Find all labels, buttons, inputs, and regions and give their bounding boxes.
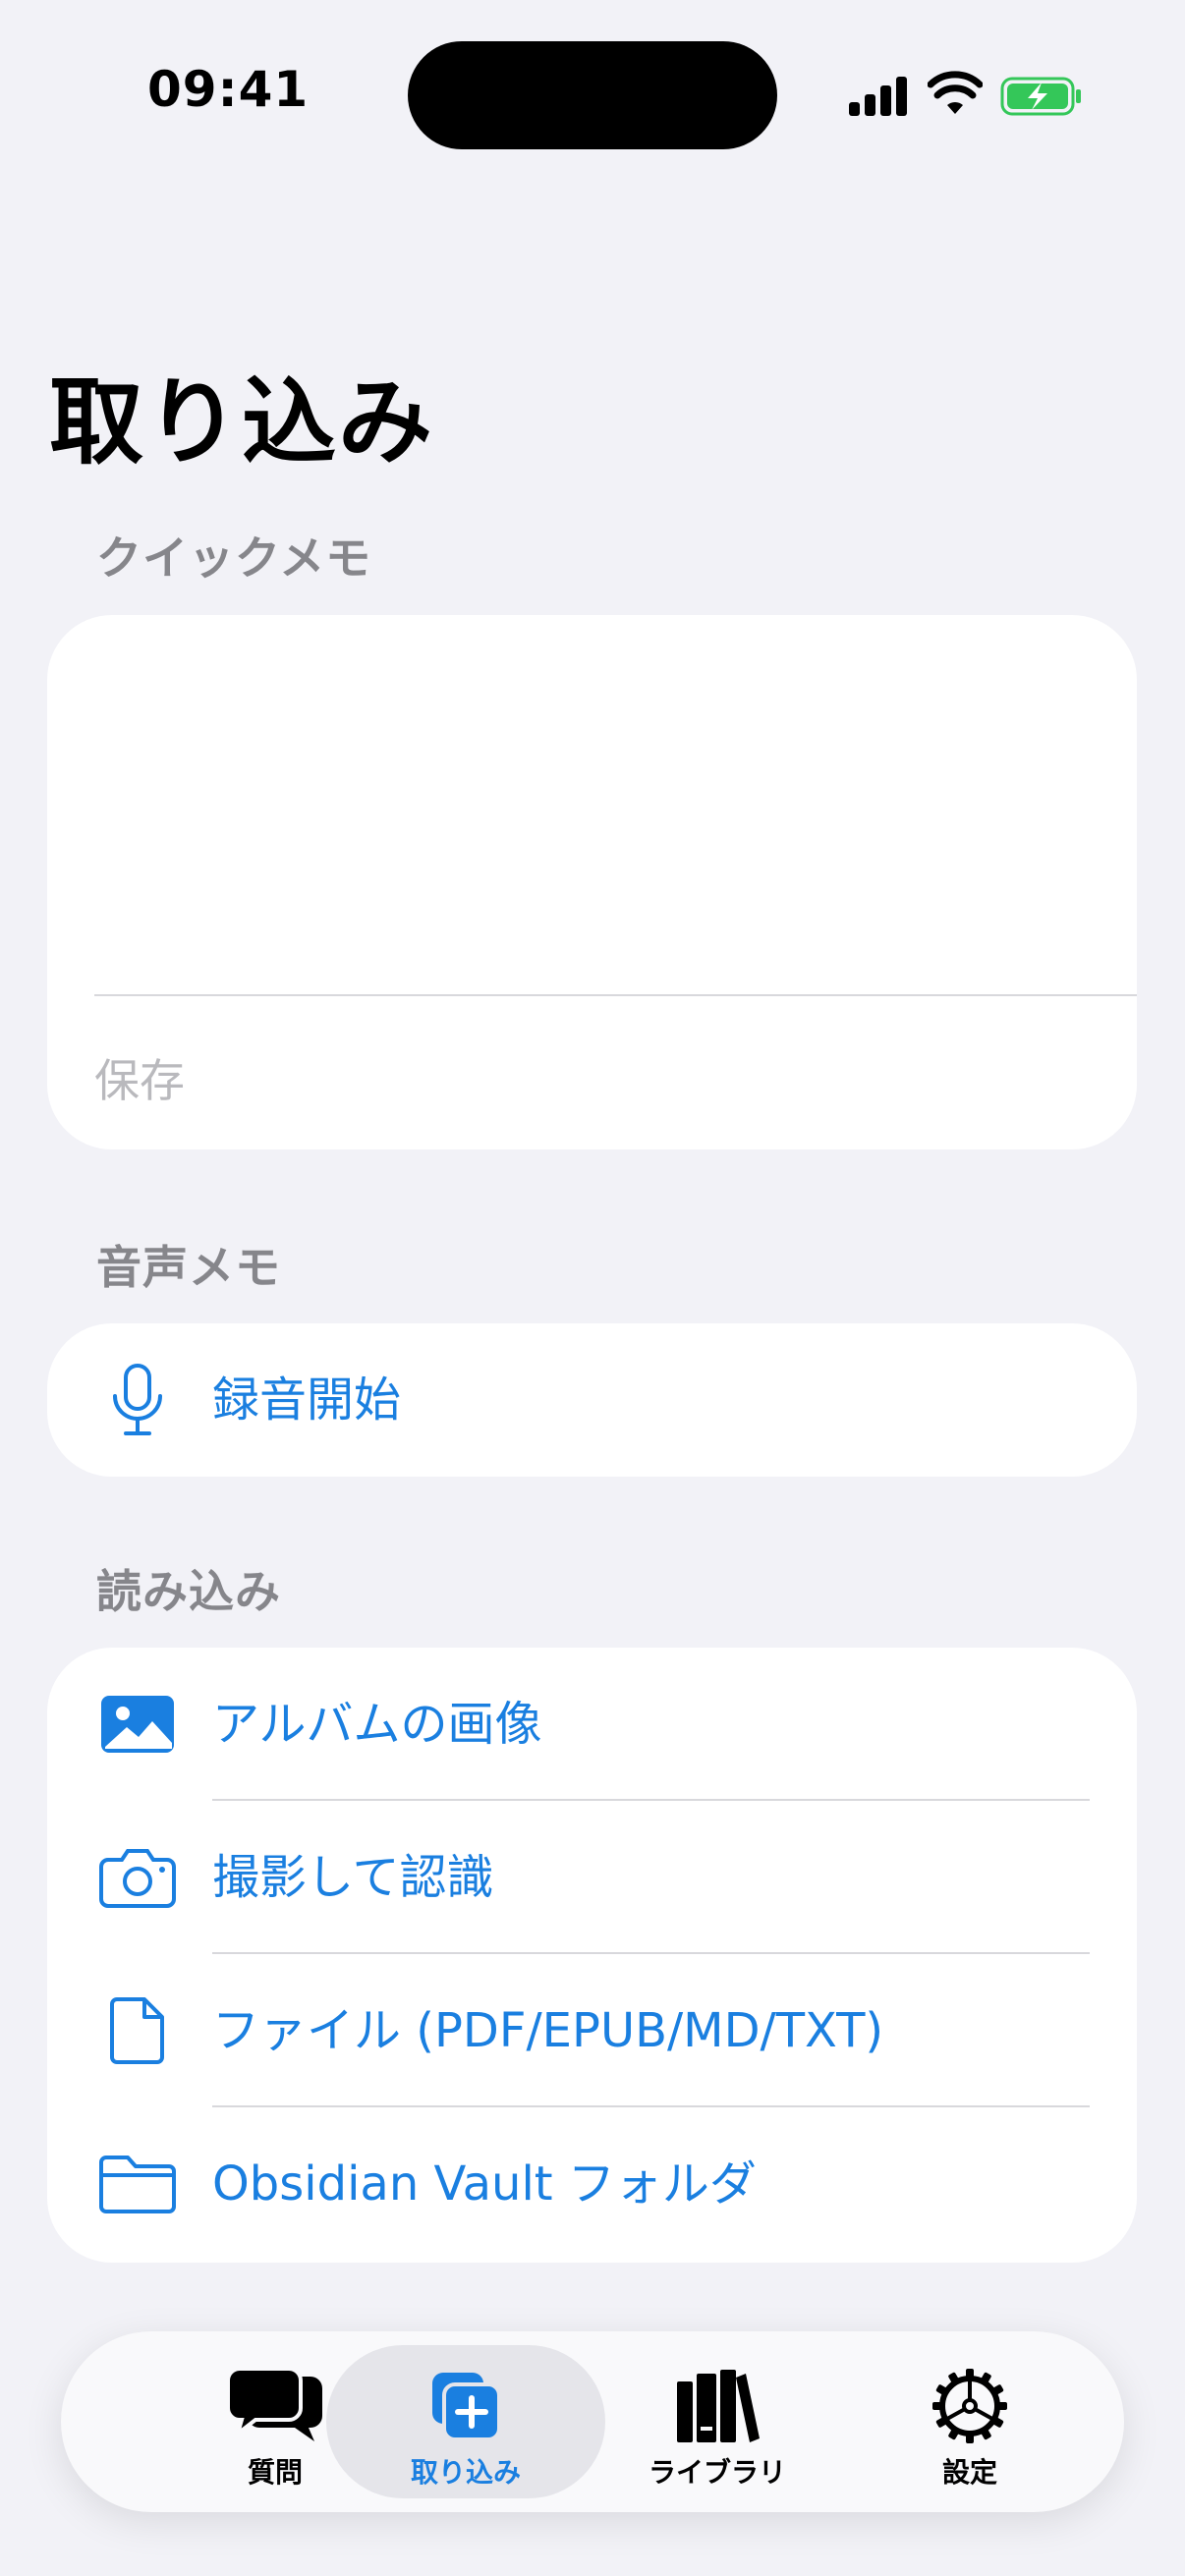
folder-icon: [86, 2107, 189, 2261]
import-card: アルバムの画像 撮影して認識 ファイル (PDF/EPUB/MD/TXT) Ob…: [47, 1648, 1137, 2263]
quick-memo-input[interactable]: [94, 639, 1091, 957]
tab-library[interactable]: ライブラリ: [590, 2331, 845, 2512]
camera-icon: [86, 1801, 189, 1954]
import-photo-album-item[interactable]: アルバムの画像: [47, 1648, 1137, 1801]
tab-import-label: 取り込み: [410, 2456, 521, 2489]
import-file-item[interactable]: ファイル (PDF/EPUB/MD/TXT): [47, 1954, 1137, 2107]
import-camera-label: 撮影して認識: [212, 1850, 494, 1905]
import-obsidian-vault-item[interactable]: Obsidian Vault フォルダ: [47, 2107, 1137, 2261]
quick-memo-header: クイックメモ: [96, 532, 372, 585]
import-camera-item[interactable]: 撮影して認識: [47, 1801, 1137, 1954]
gear-icon: [842, 2365, 1098, 2447]
tab-settings[interactable]: 設定: [842, 2331, 1098, 2512]
tab-library-label: ライブラリ: [648, 2456, 786, 2489]
save-button[interactable]: 保存: [94, 1045, 185, 1110]
tab-settings-label: 設定: [941, 2456, 997, 2489]
cellular-signal-icon: [849, 75, 908, 116]
divider: [94, 994, 1137, 996]
import-obsidian-vault-label: Obsidian Vault フォルダ: [212, 2156, 757, 2212]
import-file-label: ファイル (PDF/EPUB/MD/TXT): [212, 2003, 884, 2058]
quick-memo-card: 保存: [47, 615, 1137, 1149]
tab-import[interactable]: 取り込み: [338, 2331, 593, 2512]
status-time: 09:41: [147, 61, 310, 118]
voice-memo-header: 音声メモ: [96, 1241, 281, 1294]
record-label: 録音開始: [212, 1372, 402, 1428]
dynamic-island: [408, 41, 777, 149]
books-icon: [590, 2365, 845, 2447]
microphone-icon: [86, 1323, 189, 1477]
wifi-icon: [928, 71, 983, 114]
battery-icon: [1000, 77, 1081, 116]
import-header: 読み込み: [96, 1565, 281, 1618]
document-icon: [86, 1954, 189, 2107]
add-stack-icon: [338, 2365, 593, 2447]
status-bar: 09:41: [0, 0, 1185, 187]
tab-bar: 質問 取り込み ライブラリ 設定: [61, 2331, 1124, 2512]
record-button[interactable]: 録音開始: [47, 1323, 1137, 1477]
page-title: 取り込み: [49, 367, 434, 477]
voice-memo-card: 録音開始: [47, 1323, 1137, 1477]
photo-icon: [86, 1648, 189, 1801]
import-photo-album-label: アルバムの画像: [212, 1697, 542, 1752]
